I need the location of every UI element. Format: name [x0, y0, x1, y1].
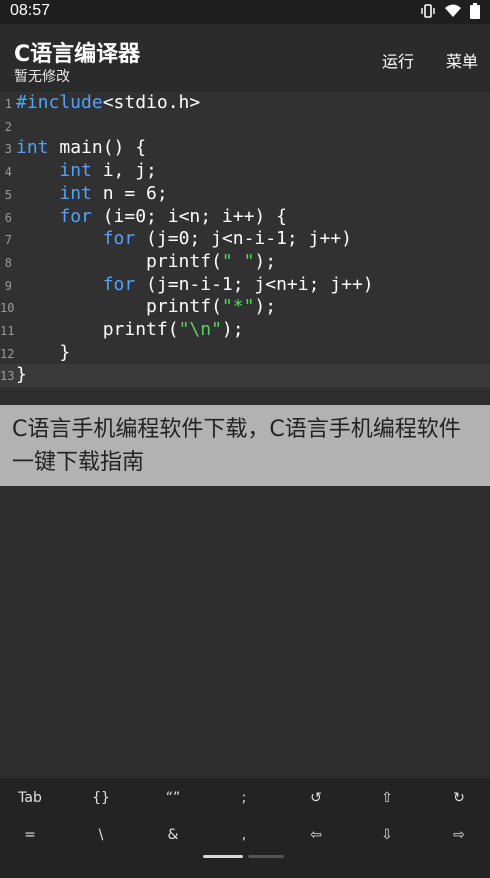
- vibrate-icon: [420, 4, 436, 18]
- gesture-nav-handle[interactable]: [203, 855, 243, 858]
- code-line: 1 #include<stdio.h>: [0, 92, 490, 115]
- semicolon-key[interactable]: ;: [214, 783, 274, 813]
- overlay-caption: C语言手机编程软件下载，C语言手机编程软件一键下载指南: [12, 417, 461, 475]
- arrow-right-icon[interactable]: ⇨: [429, 820, 489, 850]
- status-bar: 08:57: [0, 0, 490, 24]
- string-token: "\n": [178, 319, 222, 340]
- line-number: 7: [4, 233, 12, 248]
- current-code-line: 13 }: [0, 364, 490, 388]
- code-token: printf(: [146, 250, 222, 272]
- keyword-token: for: [102, 273, 136, 295]
- run-button[interactable]: 运行: [382, 48, 414, 72]
- code-text: int n = 6;: [16, 182, 168, 204]
- code-text: printf("*");: [16, 296, 276, 317]
- line-number: 1: [4, 97, 12, 111]
- code-token: }: [16, 364, 27, 386]
- wifi-icon: [444, 4, 462, 18]
- code-text: }: [16, 342, 70, 363]
- code-text: printf("\n");: [16, 319, 244, 340]
- app-title: C语言编译器: [14, 42, 141, 67]
- arrow-left-icon[interactable]: ⇦: [286, 820, 346, 850]
- code-token: <stdio.h>: [102, 92, 201, 113]
- braces-key[interactable]: {}: [71, 783, 131, 813]
- code-token: (j=n-i-1; j<n+i; j++): [135, 273, 374, 295]
- app-bar: C语言编译器 暂无修改 运行 菜单: [0, 24, 490, 92]
- code-line: 6 for (i=0; i<n; i++) {: [0, 206, 490, 229]
- code-editor[interactable]: 1 #include<stdio.h> 2 3 int main() { 4 i…: [0, 92, 490, 390]
- status-time: 08:57: [10, 2, 51, 19]
- code-token: main() {: [48, 137, 147, 159]
- code-line: 12 }: [0, 342, 490, 365]
- keyword-token: int: [16, 137, 49, 159]
- code-token: printf(: [146, 296, 222, 318]
- status-icons: [420, 3, 480, 19]
- gesture-nav-handle-secondary: [248, 855, 284, 858]
- string-token: "*": [221, 296, 255, 318]
- tab-key[interactable]: Tab: [0, 783, 60, 813]
- code-text: for (j=0; j<n-i-1; j++): [16, 228, 352, 249]
- code-line: 8 printf(" ");: [0, 251, 490, 274]
- undo-icon[interactable]: ↺: [286, 783, 346, 813]
- code-token: (i=0; i<n; i++) {: [91, 205, 287, 227]
- line-number: 8: [4, 255, 12, 270]
- code-line: 9 for (j=n-i-1; j<n+i; j++): [0, 274, 490, 297]
- keyword-token: int: [59, 160, 92, 182]
- backslash-key[interactable]: \: [71, 820, 131, 850]
- overlay-banner: C语言手机编程软件下载，C语言手机编程软件一键下载指南: [0, 405, 490, 486]
- code-token: i, j;: [91, 160, 157, 182]
- code-line: 2: [0, 115, 490, 138]
- line-number: 13: [0, 369, 15, 384]
- code-line: 3 int main() {: [0, 137, 490, 160]
- code-line: 11 printf("\n");: [0, 319, 490, 342]
- code-token: );: [221, 319, 244, 340]
- line-number: 3: [4, 142, 12, 157]
- code-line: 7 for (j=0; j<n-i-1; j++): [0, 228, 490, 251]
- code-text: #include<stdio.h>: [16, 92, 200, 113]
- code-token: n = 6;: [91, 182, 168, 204]
- line-number: 6: [4, 210, 12, 225]
- redo-icon[interactable]: ↻: [429, 783, 489, 813]
- code-text: printf(" ");: [16, 251, 276, 272]
- battery-icon: [470, 3, 480, 19]
- code-line: 5 int n = 6;: [0, 183, 490, 206]
- line-number: 10: [0, 301, 15, 316]
- code-token: }: [59, 341, 71, 363]
- keyword-token: for: [102, 228, 136, 250]
- arrow-down-icon[interactable]: ⇩: [357, 820, 417, 850]
- code-token: );: [254, 296, 277, 318]
- code-token: (j=0; j<n-i-1; j++): [135, 228, 352, 250]
- line-number: 12: [0, 346, 15, 361]
- keyword-token: int: [59, 182, 92, 204]
- code-token: printf(: [102, 319, 179, 340]
- code-text: int main() {: [16, 137, 146, 158]
- code-line: 4 int i, j;: [0, 160, 490, 183]
- code-text: for (j=n-i-1; j<n+i; j++): [16, 274, 374, 295]
- ampersand-key[interactable]: &: [143, 820, 203, 850]
- preprocessor-token: #include: [16, 92, 103, 113]
- line-number: 5: [4, 187, 12, 202]
- code-text: int i, j;: [16, 160, 157, 181]
- equals-key[interactable]: =: [0, 820, 60, 850]
- code-line: 10 printf("*");: [0, 296, 490, 319]
- string-token: " ": [221, 250, 255, 272]
- shift-icon[interactable]: ⇧: [357, 783, 417, 813]
- code-text: }: [16, 364, 27, 385]
- quotes-key[interactable]: “”: [143, 783, 203, 813]
- line-number: 11: [0, 324, 15, 338]
- comma-key[interactable]: ,: [214, 820, 274, 850]
- code-text: for (i=0; i<n; i++) {: [16, 206, 287, 227]
- keyword-token: for: [59, 205, 92, 227]
- line-number: 4: [4, 165, 12, 180]
- modification-status: 暂无修改: [14, 69, 70, 85]
- code-token: );: [254, 250, 277, 272]
- menu-button[interactable]: 菜单: [446, 48, 478, 72]
- symbol-keyboard-bar: Tab {} “” ; ↺ ⇧ ↻ = \ & , ⇦ ⇩ ⇨: [0, 778, 490, 878]
- line-number: 2: [4, 119, 12, 134]
- line-number: 9: [4, 278, 12, 293]
